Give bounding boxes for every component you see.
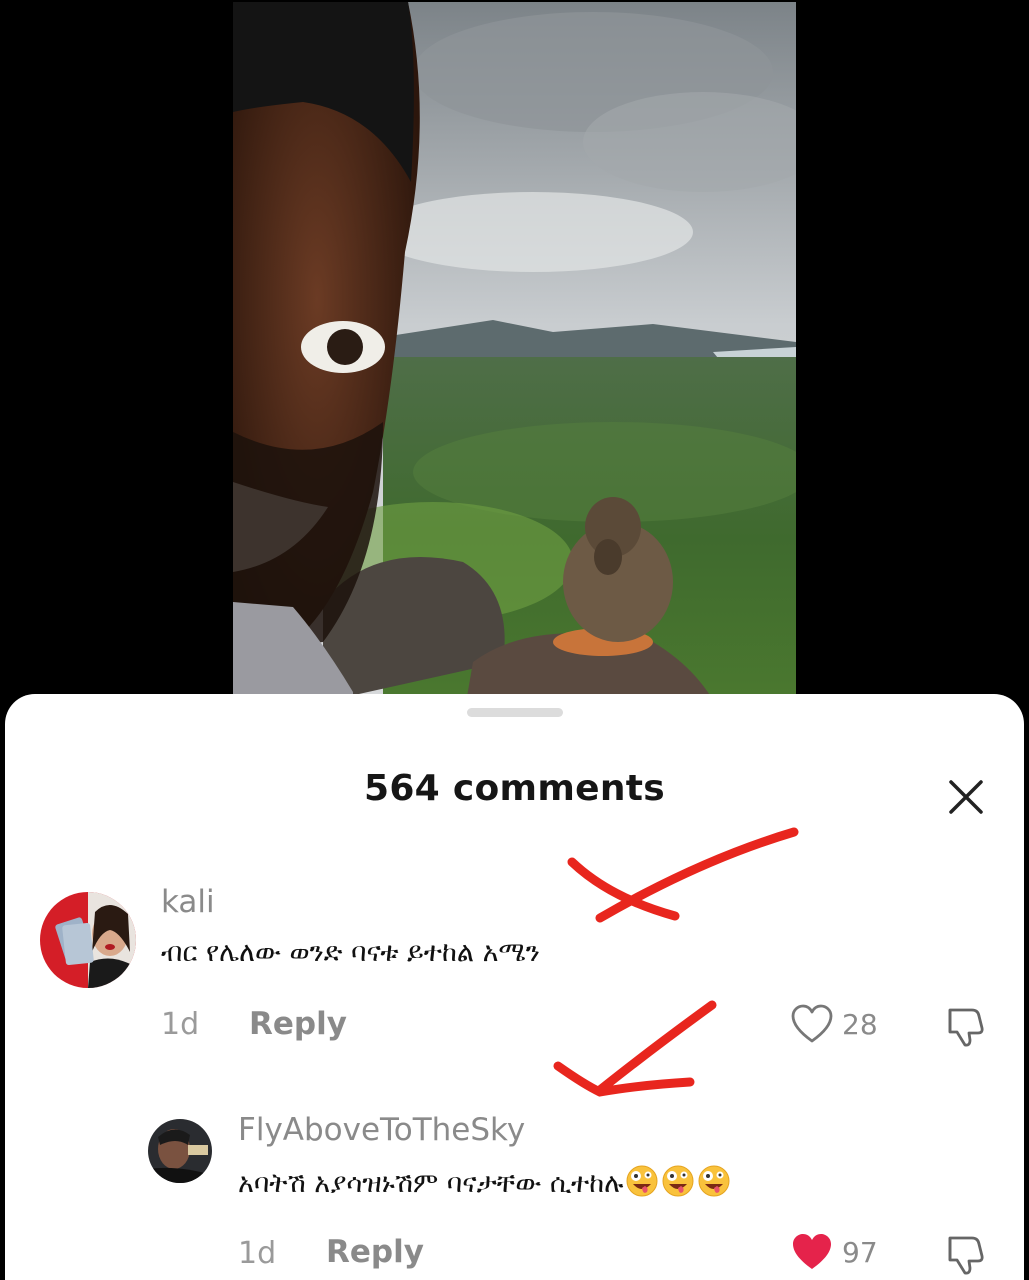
avatar-flyabovetothesky[interactable] [148, 1119, 212, 1183]
comments-sheet: 564 comments kali ብር የሌለው ወንድ ባናቱ ይተከል አ… [5, 694, 1024, 1280]
comment-username[interactable]: kali [161, 884, 215, 920]
reply-button[interactable]: Reply [326, 1234, 424, 1270]
heart-icon [791, 1004, 833, 1043]
heart-icon [793, 1234, 831, 1269]
avatar-kali[interactable] [40, 892, 136, 988]
dislike-button[interactable] [942, 1230, 990, 1278]
comment-username[interactable]: FlyAboveToTheSky [238, 1112, 525, 1148]
comment-date: 1d [161, 1007, 200, 1042]
comment-date: 1d [238, 1236, 277, 1271]
video-still-image [233, 2, 796, 720]
like-count: 28 [842, 1007, 878, 1041]
thumbs-down-icon [948, 1008, 984, 1047]
video-player[interactable] [0, 0, 1029, 720]
close-icon [949, 780, 983, 814]
close-button[interactable] [941, 772, 991, 822]
drag-handle[interactable] [467, 708, 563, 717]
comment-text: አባትሽ አያሳዝኑሽም ባናታቸው ሲተከሉ [238, 1164, 731, 1205]
avatar-image [148, 1119, 212, 1183]
like-button[interactable]: 97 [790, 1231, 878, 1273]
like-count: 97 [842, 1235, 878, 1269]
reply-button[interactable]: Reply [249, 1006, 347, 1042]
avatar-image [40, 892, 136, 988]
thumbs-down-icon [948, 1236, 984, 1275]
like-button[interactable]: 28 [790, 1003, 878, 1045]
zany-face-emoji [697, 1164, 731, 1205]
comments-count-title: 564 comments [363, 768, 666, 809]
comment-text: ብር የሌለው ወንድ ባናቱ ይተከል አሜን [161, 937, 540, 968]
dislike-button[interactable] [942, 1002, 990, 1050]
video-frame[interactable] [233, 2, 796, 720]
comment-text-body: አባትሽ አያሳዝኑሽም ባናታቸው ሲተከሉ [238, 1168, 624, 1199]
zany-face-emoji [625, 1164, 659, 1205]
zany-face-emoji [661, 1164, 695, 1205]
